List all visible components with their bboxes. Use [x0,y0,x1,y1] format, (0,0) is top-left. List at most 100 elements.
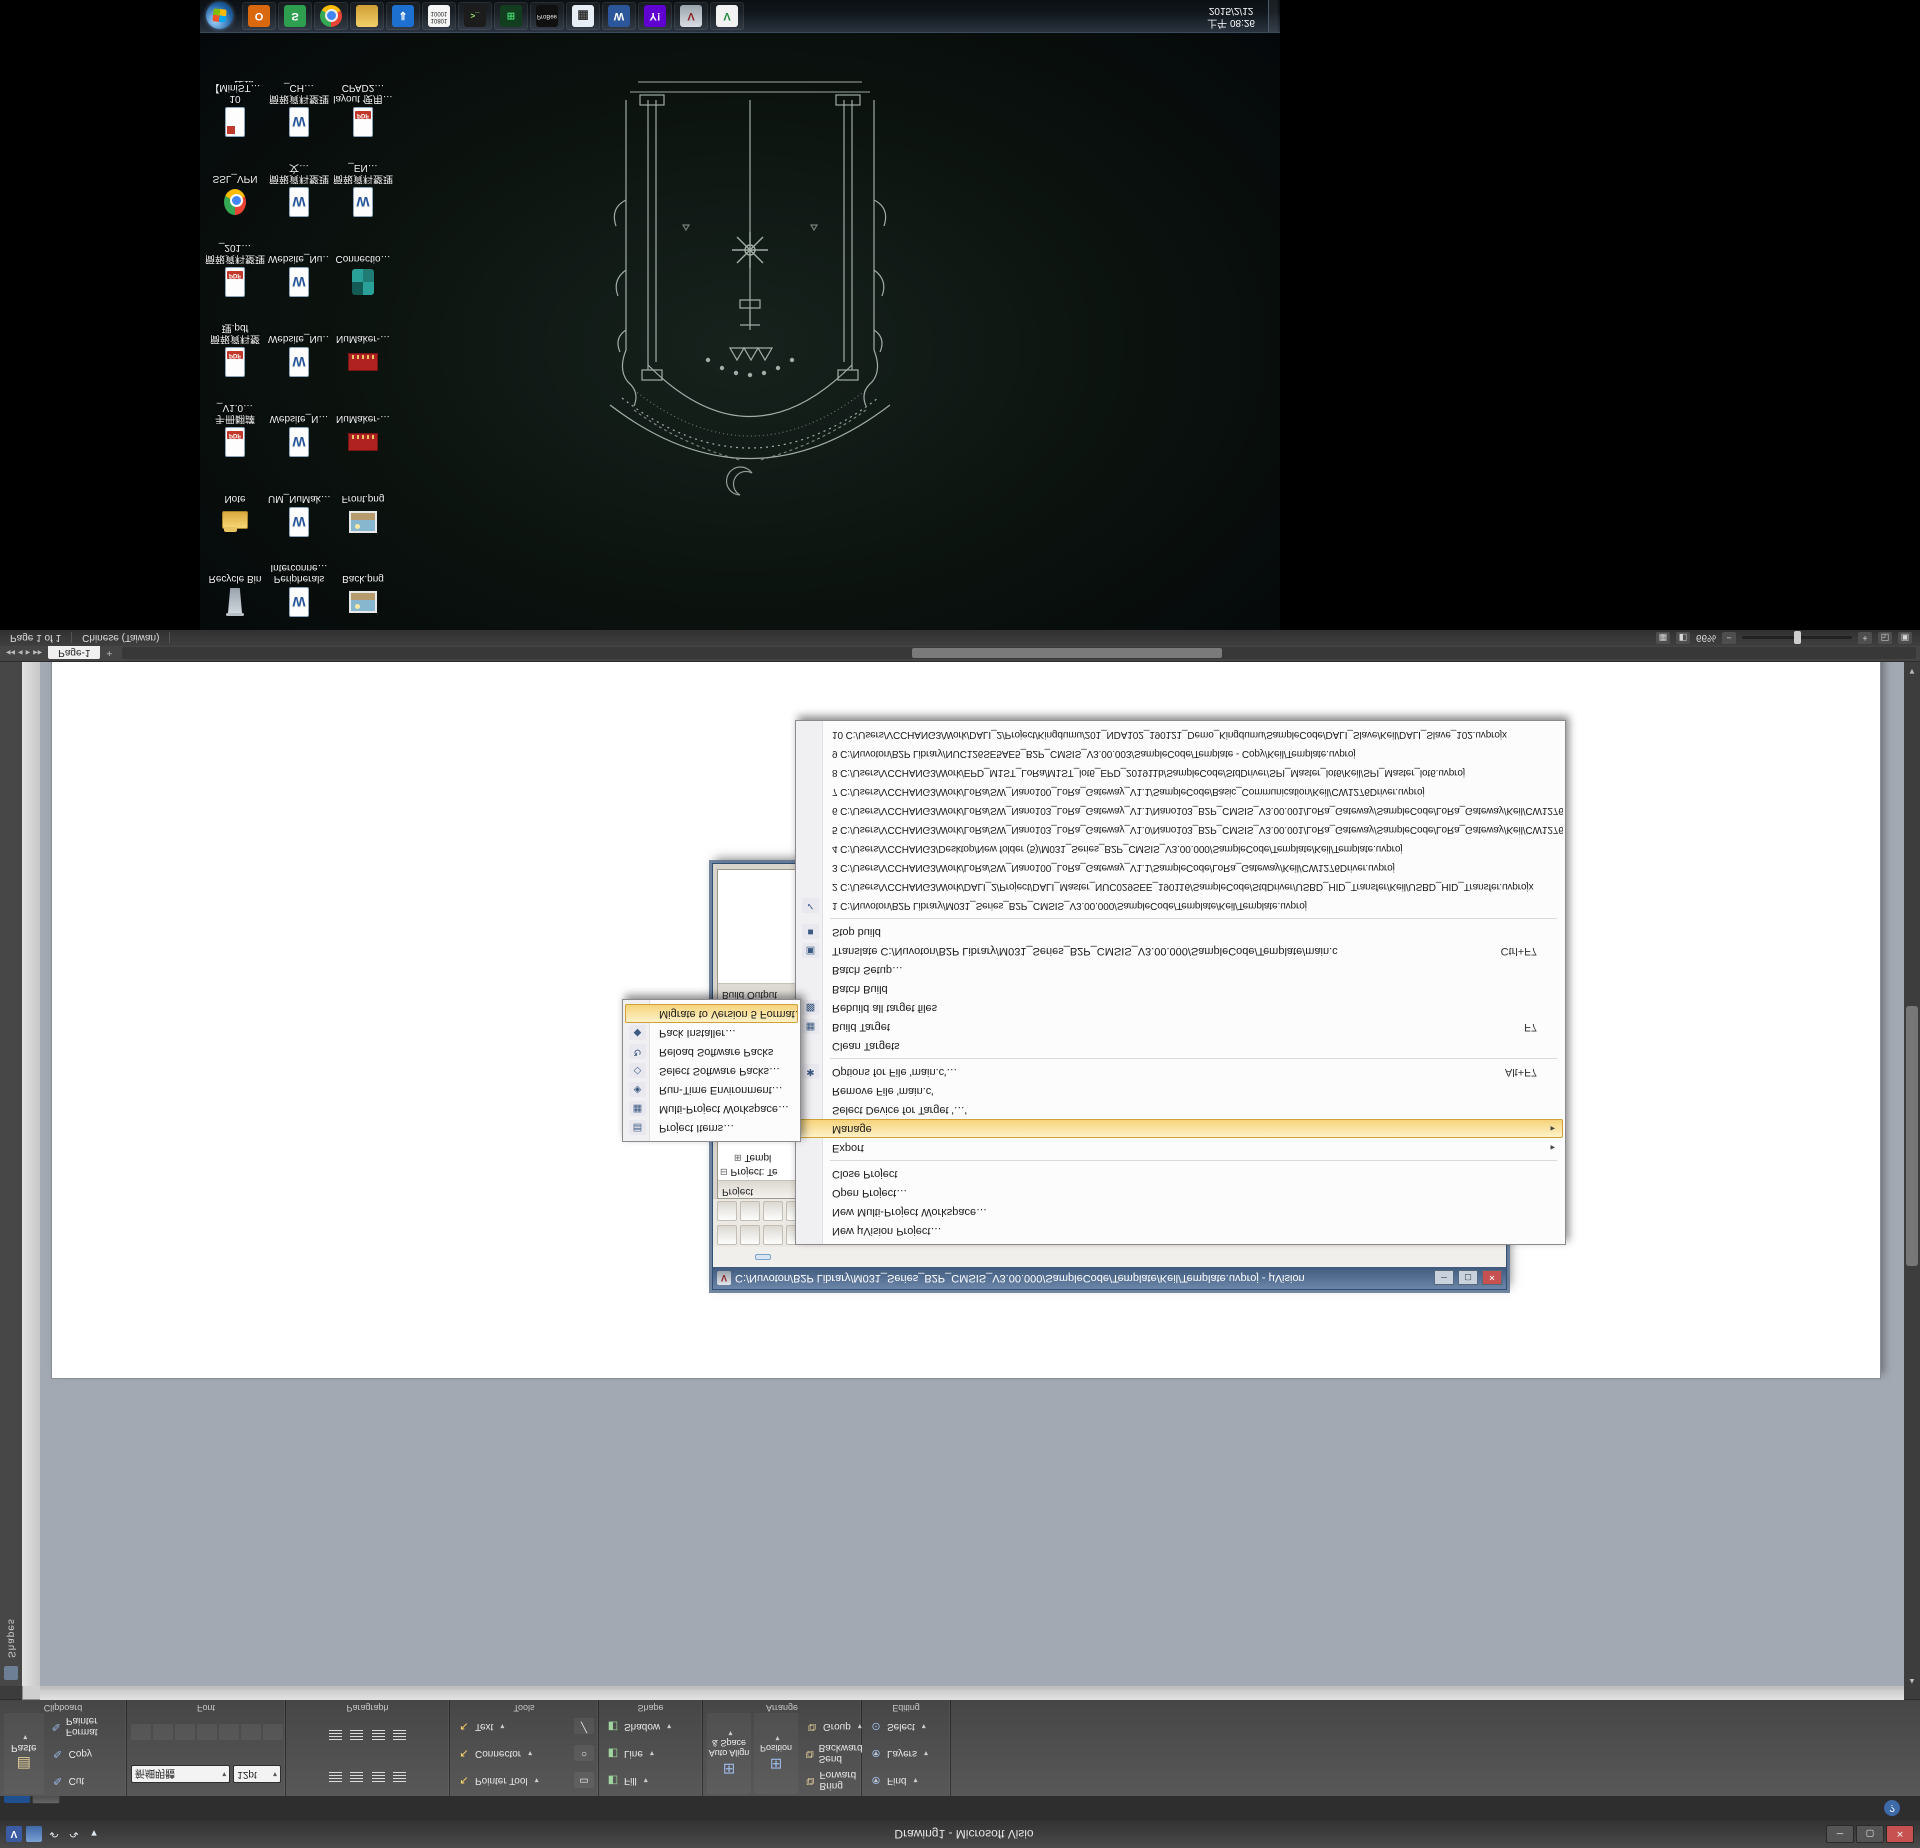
submenu-item[interactable]: ◈ Run-Time Environment… [625,1080,798,1099]
toolbar-icon[interactable] [717,1201,737,1221]
editing-button[interactable]: ⊙ Layers [866,1745,946,1763]
shape-button[interactable]: ◧ Shadow [603,1718,698,1736]
menubar-item[interactable] [741,1255,755,1259]
ribbon-tab[interactable] [4,1796,30,1803]
clipboard-small-button[interactable]: ✎ Copy [48,1745,122,1763]
help-icon[interactable]: ? [1884,1800,1900,1816]
align-left-icon[interactable] [329,1730,342,1740]
desktop-icon[interactable]: Recycle Bin [204,538,266,618]
page-count-status[interactable]: Page 1 of 1 [0,633,72,644]
submenu-item[interactable]: ▤ Project Items… [625,1118,798,1137]
desktop-icon[interactable]: Back.png [332,538,394,618]
menu-item[interactable]: 4 C:/Users/VCCHANG3/Desktop/New folder (… [798,839,1563,858]
menu-item[interactable]: Manage ▸ [798,1119,1563,1138]
desktop-icon[interactable]: 簡報資料整理_CH… [268,58,330,138]
menubar-item[interactable] [827,1255,841,1259]
menubar-item[interactable] [841,1255,855,1259]
font-style-button[interactable] [131,1724,151,1740]
tool-button[interactable]: ↖ Text [454,1718,570,1736]
numbering-icon[interactable] [350,1772,363,1782]
editing-button[interactable]: ⊙ Select [866,1718,946,1736]
line-tool-icon[interactable]: ╱ [574,1719,594,1735]
ribbon-tab[interactable] [32,1796,60,1804]
tool-button[interactable]: ↖ Connector [454,1745,570,1763]
menubar-item[interactable] [727,1255,741,1259]
submenu-item[interactable]: ◇ Select Software Packs… [625,1061,798,1080]
redo-icon[interactable]: ↷ [66,1826,82,1842]
menubar-item[interactable] [771,1255,785,1259]
ribbon-tab[interactable] [190,1796,216,1803]
ribbon-tab[interactable] [112,1796,138,1803]
desktop-icon[interactable]: UM_NuMak… [268,458,330,538]
clipboard-small-button[interactable]: ✎ Format Painter [48,1718,122,1736]
macro-status-icon[interactable]: ▦ [1656,632,1670,644]
menu-item[interactable]: New µVision Project… [798,1221,1563,1240]
expand-collapse-icon[interactable]: ⊟ [720,1167,728,1177]
menubar-item[interactable] [785,1255,799,1259]
zoom-out-icon[interactable]: − [1722,632,1736,644]
shape-button[interactable]: ◧ Line [603,1745,698,1763]
tool-button[interactable]: ↖ Pointer Tool [454,1772,570,1790]
maximize-button[interactable]: ▢ [1458,1271,1478,1286]
taskbar-button[interactable]: ⊞ [494,2,528,30]
menu-item[interactable]: ▣ Translate C:/Nuvoton/B2P Library/M031_… [798,941,1563,960]
desktop-icon[interactable]: NuMaker-… [332,298,394,378]
taskbar-button[interactable]: V [710,2,744,30]
menubar-item[interactable] [713,1255,727,1259]
insert-page-icon[interactable]: + [100,648,118,659]
toolbar-icon[interactable] [763,1225,783,1245]
submenu-item[interactable]: ▦ Multi-Project Workspace… [625,1099,798,1118]
font-style-button[interactable] [241,1724,261,1740]
font-style-button[interactable] [197,1724,217,1740]
taskbar-button[interactable]: V [674,2,708,30]
menu-item[interactable] [798,1055,1563,1062]
menu-item[interactable]: 10 C:/Users/VCCHANG3/Work/DALI_2/Project… [798,725,1563,744]
submenu-item[interactable]: Migrate to Version 5 Format… [625,1004,798,1023]
show-desktop-button[interactable] [1268,0,1278,32]
qat-dropdown-icon[interactable]: ▾ [86,1826,102,1842]
taskbar-button[interactable]: W [602,2,636,30]
menu-item[interactable]: Open Project… [798,1183,1563,1202]
menu-item[interactable]: 6 C:/Users/VCCHANG3/Work/LoRa/SW_Nano103… [798,801,1563,820]
justify-icon[interactable] [393,1730,406,1740]
ribbon-tab[interactable] [164,1796,190,1803]
arrange-big-button[interactable]: ⊞ Auto Align & Space [707,1713,751,1794]
align-right-icon[interactable] [372,1730,385,1740]
menu-item[interactable]: Remove File 'main.c' [798,1081,1563,1100]
font-style-button[interactable] [153,1724,173,1740]
taskbar-button[interactable]: 10801 10001 [422,2,456,30]
taskbar-button[interactable]: >_ [458,2,492,30]
ellipse-tool-icon[interactable]: ○ [574,1746,594,1762]
desktop-icon[interactable]: Website_N… [268,378,330,458]
undo-icon[interactable]: ↶ [46,1826,62,1842]
last-page-icon[interactable]: ▸▸ [33,648,42,659]
prev-page-icon[interactable]: ◂ [18,648,23,659]
menu-item[interactable]: 2 C:/Users/VCCHANG3/Work/DALI_2/Project/… [798,877,1563,896]
taskbar-button[interactable]: ProBee [530,2,564,30]
zoom-slider-knob[interactable] [1794,632,1801,645]
menubar-item[interactable] [799,1255,813,1259]
align-center-icon[interactable] [350,1730,363,1740]
taskbar-button[interactable]: ▦ [566,2,600,30]
desktop-icon[interactable]: Website_Nu… [268,218,330,298]
menu-item[interactable]: Batch Setup… [798,960,1563,979]
editing-button[interactable]: ⊙ Find [866,1772,946,1790]
desktop-icon[interactable]: 10【MiniST… DALI2簡報… [204,58,266,138]
expand-collapse-icon[interactable]: ⊞ [734,1153,742,1163]
zoom-level[interactable]: 66% [1696,633,1716,644]
zoom-slider[interactable] [1742,637,1852,640]
menubar-item[interactable] [855,1255,869,1259]
taskbar-button[interactable]: Y! [638,2,672,30]
submenu-item[interactable]: ↻ Reload Software Packs [625,1042,798,1061]
desktop-icon[interactable]: Front.png [332,458,394,538]
menu-item[interactable]: ▦ Build Target F7 [798,1017,1563,1036]
taskbar-clock[interactable]: 上午 08:26 2015/2/12 [1201,4,1261,28]
font-family-combo[interactable]: 新細明體▾ [131,1765,230,1783]
submenu-item[interactable]: ◆ Pack Installer… [625,1023,798,1042]
desktop-icon[interactable]: 簡報資料整理_201… [204,218,266,298]
menu-item[interactable]: Select Device for Target '…' [798,1100,1563,1119]
zoom-in-icon[interactable]: + [1858,632,1872,644]
scroll-down-icon[interactable]: ▼ [1904,662,1920,676]
toolbar-icon[interactable] [717,1225,737,1245]
menu-item[interactable]: 9 C:/Nuvoton/B2P Library/NUC126SE5AE5_B2… [798,744,1563,763]
